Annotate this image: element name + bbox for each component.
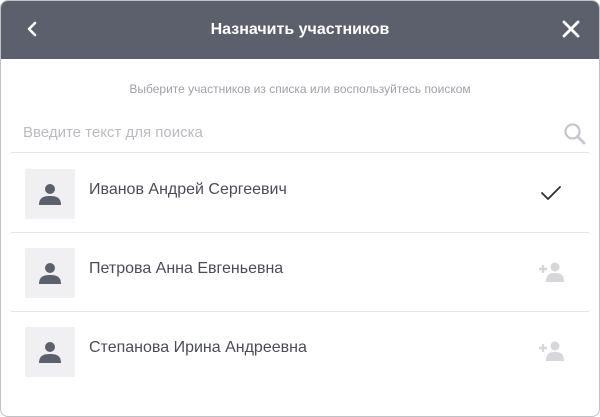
add-user-icon (539, 262, 564, 282)
selected-toggle[interactable] (537, 181, 565, 205)
add-participant-button[interactable] (537, 260, 565, 284)
close-icon (562, 20, 580, 38)
close-button[interactable] (560, 18, 582, 40)
search-icon[interactable] (562, 121, 588, 147)
user-icon (39, 342, 61, 363)
participants-list: Иванов Андрей Сергеевич Петрова Анна Евг… (11, 154, 589, 390)
avatar (25, 248, 75, 298)
avatar (25, 169, 75, 219)
user-icon (39, 184, 61, 205)
instruction-text: Выберите участников из списка или воспол… (129, 82, 471, 96)
assign-participants-dialog: Назначить участников Выберите участников… (0, 0, 600, 417)
checkmark-icon (541, 186, 561, 200)
avatar (25, 327, 75, 377)
participant-name: Петрова Анна Евгеньевна (89, 260, 284, 277)
add-participant-button[interactable] (537, 339, 565, 363)
search-bar (11, 112, 589, 153)
user-icon (39, 263, 61, 284)
add-user-icon (539, 341, 564, 361)
participant-row[interactable]: Петрова Анна Евгеньевна (11, 233, 589, 312)
participant-name: Степанова Ирина Андреевна (89, 339, 307, 356)
participant-row[interactable]: Иванов Андрей Сергеевич (11, 154, 589, 233)
dialog-header: Назначить участников (1, 1, 599, 59)
search-input[interactable] (23, 120, 543, 144)
dialog-title: Назначить участников (210, 21, 390, 38)
participant-row[interactable]: Степанова Ирина Андреевна (11, 312, 589, 390)
participant-name: Иванов Андрей Сергеевич (89, 181, 287, 198)
